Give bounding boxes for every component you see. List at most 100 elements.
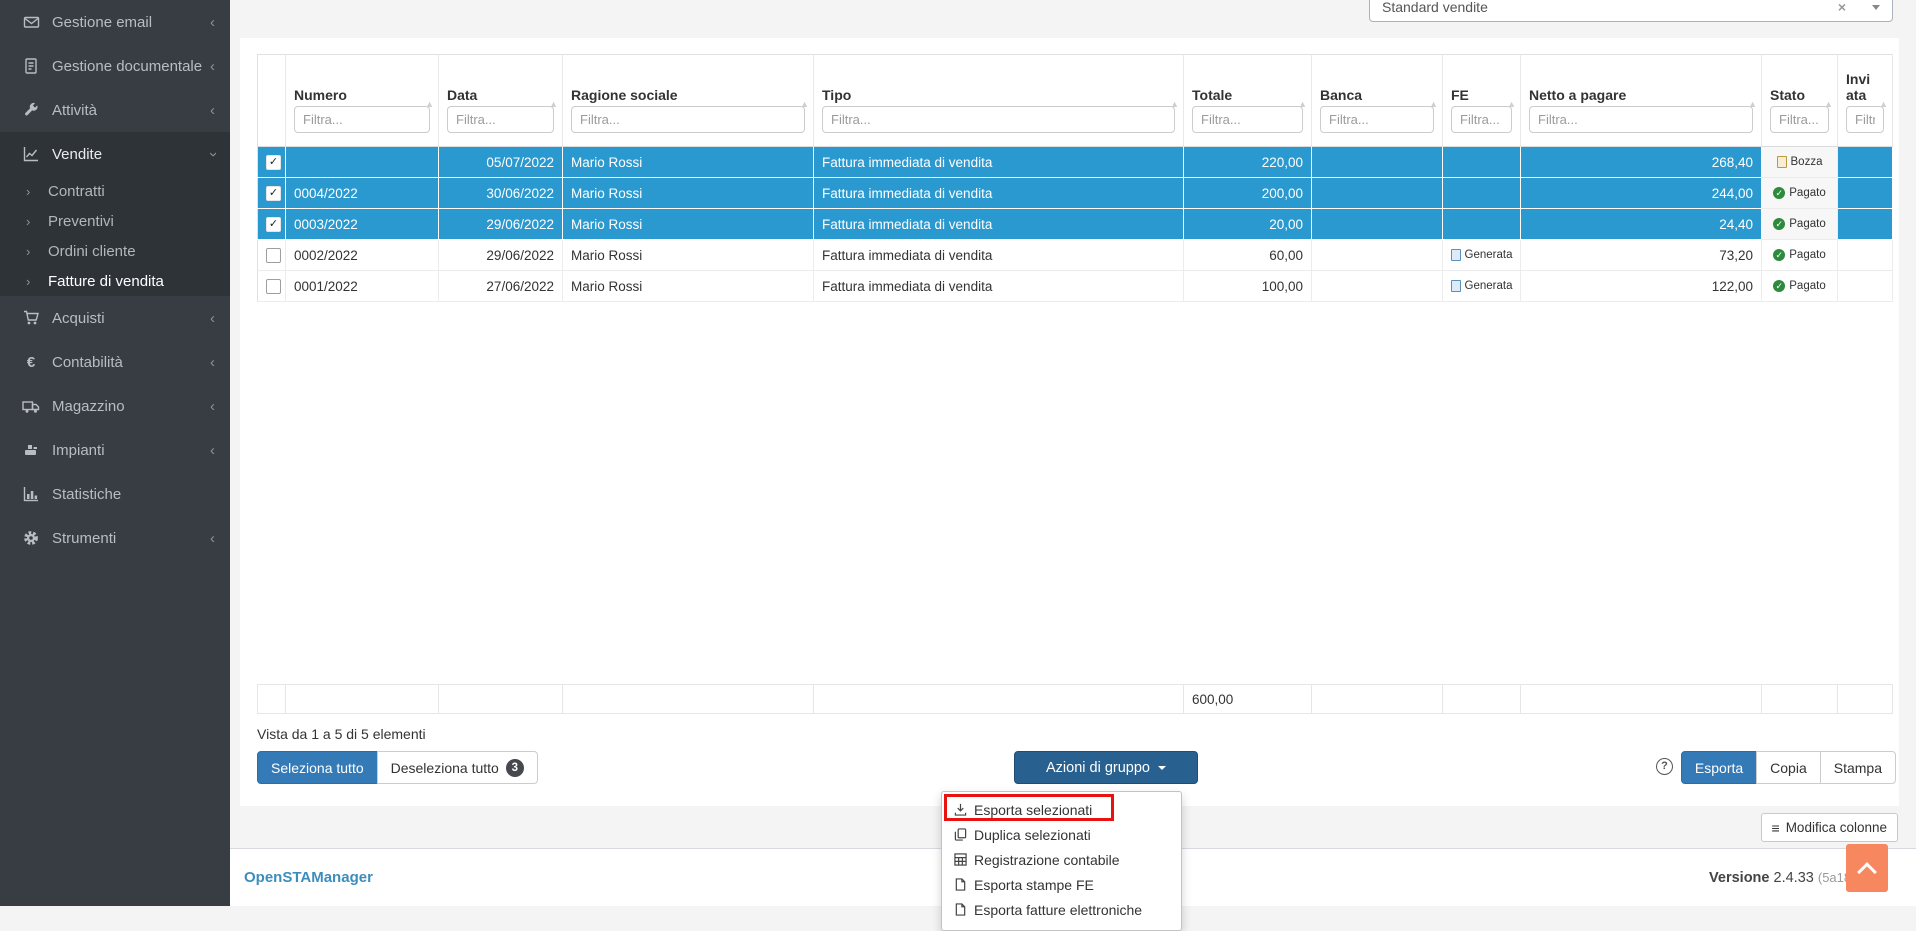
help-icon[interactable]: ? <box>1656 758 1673 775</box>
group-actions-menu: Esporta selezionati Duplica selezionati … <box>941 791 1182 931</box>
results-info: Vista da 1 a 5 di 5 elementi <box>257 726 426 742</box>
menu-item-esporta-fatture-elettroniche[interactable]: Esporta fatture elettroniche <box>942 897 1181 922</box>
data-cell: 29/06/2022 <box>439 209 563 240</box>
filter-input-fe[interactable] <box>1451 106 1512 133</box>
tipo-cell: Fattura immediata di vendita <box>814 209 1184 240</box>
chevron-left-icon: ‹ <box>210 15 215 30</box>
sidebar-item-magazzino[interactable]: Magazzino ‹ <box>0 384 230 428</box>
sidebar-group-vendite: Vendite ‹ › Contratti › Preventivi › Ord… <box>0 132 230 296</box>
sidebar-item-ordini-cliente[interactable]: › Ordini cliente <box>0 236 230 266</box>
column-header-numero[interactable]: Numero ▲ <box>286 55 439 147</box>
menu-item-esporta-stampe-fe[interactable]: Esporta stampe FE <box>942 872 1181 897</box>
stato-cell: ✓Pagato <box>1762 271 1838 302</box>
chevron-left-icon: ‹ <box>210 399 215 414</box>
sidebar-item-contratti[interactable]: › Contratti <box>0 176 230 206</box>
euro-icon: € <box>19 354 43 371</box>
scroll-to-top-button[interactable] <box>1846 844 1888 892</box>
sidebar-item-vendite[interactable]: Vendite ‹ <box>0 132 230 176</box>
data-cell: 29/06/2022 <box>439 240 563 271</box>
sidebar-subitem-label: Fatture di vendita <box>48 273 164 290</box>
selected-count-badge: 3 <box>506 759 524 777</box>
deselect-all-button[interactable]: Deseleziona tutto 3 <box>377 751 538 784</box>
filter-input-stato[interactable] <box>1770 106 1829 133</box>
column-header-fe[interactable]: FE ▲ <box>1443 55 1521 147</box>
chevron-right-icon: › <box>26 184 30 199</box>
column-header-netto-a-pagare[interactable]: Netto a pagare ▲ <box>1521 55 1762 147</box>
ragione-sociale-cell: Mario Rossi <box>563 147 814 178</box>
row-checkbox[interactable] <box>266 248 281 263</box>
inviata-cell <box>1838 147 1893 178</box>
export-button[interactable]: Esporta <box>1681 751 1757 784</box>
row-checkbox[interactable] <box>266 279 281 294</box>
machine-icon <box>19 442 43 458</box>
column-header-tipo[interactable]: Tipo ▲ <box>814 55 1184 147</box>
row-checkbox-checked[interactable]: ✓ <box>266 217 281 232</box>
table-row[interactable]: ✓ 05/07/2022 Mario Rossi Fattura immedia… <box>258 147 1893 178</box>
group-actions-button[interactable]: Azioni di gruppo <box>1014 751 1198 784</box>
check-circle-icon: ✓ <box>1773 187 1785 199</box>
sidebar-item-gestione-documentale[interactable]: Gestione documentale ‹ <box>0 44 230 88</box>
banca-cell <box>1312 209 1443 240</box>
cart-icon <box>19 310 43 326</box>
sidebar-item-label: Strumenti <box>52 530 116 547</box>
filter-input-netto[interactable] <box>1529 106 1753 133</box>
chevron-down-icon: ‹ <box>205 152 220 157</box>
line-chart-icon <box>19 146 43 162</box>
menu-item-duplica-selezionati[interactable]: Duplica selezionati <box>942 822 1181 847</box>
filter-input-data[interactable] <box>447 106 554 133</box>
chevron-left-icon: ‹ <box>210 59 215 74</box>
table-row[interactable]: ✓ 0003/2022 29/06/2022 Mario Rossi Fattu… <box>258 209 1893 240</box>
filter-input-banca[interactable] <box>1320 106 1434 133</box>
numero-cell: 0004/2022 <box>286 178 439 209</box>
truck-icon <box>19 399 43 414</box>
sidebar-item-statistiche[interactable]: Statistiche <box>0 472 230 516</box>
table-row[interactable]: 0002/2022 29/06/2022 Mario Rossi Fattura… <box>258 240 1893 271</box>
totale-cell: 20,00 <box>1184 209 1312 240</box>
sidebar-item-acquisti[interactable]: Acquisti ‹ <box>0 296 230 340</box>
column-header-data[interactable]: Data ▲ <box>439 55 563 147</box>
table-row[interactable]: ✓ 0004/2022 30/06/2022 Mario Rossi Fattu… <box>258 178 1893 209</box>
inviata-cell <box>1838 209 1893 240</box>
sidebar-item-preventivi[interactable]: › Preventivi <box>0 206 230 236</box>
menu-item-esporta-selezionati[interactable]: Esporta selezionati <box>942 797 1181 822</box>
numero-cell: 0002/2022 <box>286 240 439 271</box>
view-select[interactable]: Standard vendite × <box>1369 0 1893 22</box>
filter-input-totale[interactable] <box>1192 106 1303 133</box>
brand-link[interactable]: OpenSTAManager <box>244 869 373 886</box>
column-header-banca[interactable]: Banca ▲ <box>1312 55 1443 147</box>
inviata-cell <box>1838 271 1893 302</box>
chevron-down-icon[interactable] <box>1872 5 1880 10</box>
filter-input-numero[interactable] <box>294 106 430 133</box>
ragione-sociale-cell: Mario Rossi <box>563 178 814 209</box>
sidebar-item-gestione-email[interactable]: Gestione email ‹ <box>0 0 230 44</box>
column-header-stato[interactable]: Stato ▲ <box>1762 55 1838 147</box>
filter-input-tipo[interactable] <box>822 106 1175 133</box>
sort-icon: ▲ <box>549 99 558 109</box>
row-checkbox-checked[interactable]: ✓ <box>266 155 281 170</box>
stato-cell: ✓Pagato <box>1762 240 1838 271</box>
filter-input-inviata[interactable] <box>1846 106 1884 133</box>
row-checkbox-checked[interactable]: ✓ <box>266 186 281 201</box>
select-all-button[interactable]: Seleziona tutto <box>257 751 378 784</box>
data-cell: 27/06/2022 <box>439 271 563 302</box>
menu-item-registrazione-contabile[interactable]: Registrazione contabile <box>942 847 1181 872</box>
netto-cell: 268,40 <box>1521 147 1762 178</box>
document-icon <box>19 58 43 74</box>
sidebar-item-contabilita[interactable]: € Contabilità ‹ <box>0 340 230 384</box>
edit-columns-button[interactable]: ≡ Modifica colonne <box>1761 813 1898 842</box>
sidebar-item-fatture-di-vendita[interactable]: › Fatture di vendita <box>0 266 230 296</box>
filter-input-ragione-sociale[interactable] <box>571 106 805 133</box>
gear-icon <box>19 530 43 546</box>
table-row[interactable]: 0001/2022 27/06/2022 Mario Rossi Fattura… <box>258 271 1893 302</box>
banca-cell <box>1312 271 1443 302</box>
sidebar-item-strumenti[interactable]: Strumenti ‹ <box>0 516 230 560</box>
clear-icon[interactable]: × <box>1838 0 1846 15</box>
stato-cell: ✓Pagato <box>1762 209 1838 240</box>
column-header-ragione-sociale[interactable]: Ragione sociale ▲ <box>563 55 814 147</box>
column-header-totale[interactable]: Totale ▲ <box>1184 55 1312 147</box>
copy-button[interactable]: Copia <box>1756 751 1821 784</box>
sidebar-item-impianti[interactable]: Impianti ‹ <box>0 428 230 472</box>
sidebar-item-attivita[interactable]: Attività ‹ <box>0 88 230 132</box>
column-header-inviata[interactable]: Inviata ▲ <box>1838 55 1893 147</box>
print-button[interactable]: Stampa <box>1820 751 1896 784</box>
